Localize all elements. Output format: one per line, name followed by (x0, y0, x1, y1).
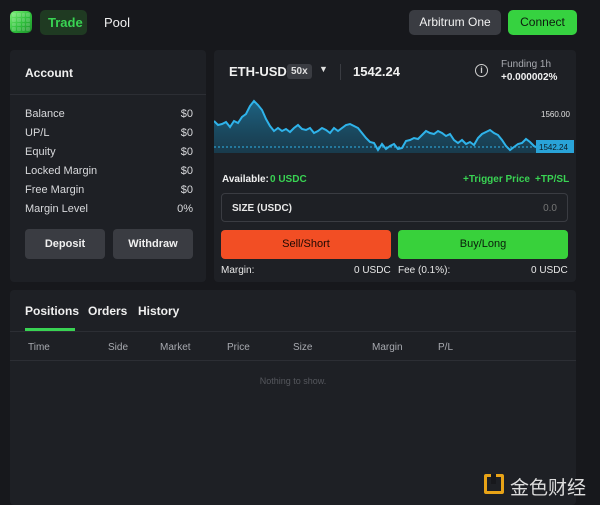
app-logo-icon[interactable] (10, 11, 32, 33)
account-row-value: $0 (180, 146, 193, 158)
account-row-label: UP/L (25, 127, 50, 139)
info-icon[interactable]: i (475, 64, 488, 77)
sell-short-button[interactable]: Sell/Short (221, 230, 391, 259)
tab-history[interactable]: History (138, 304, 179, 318)
fee-label: Fee (0.1%): (398, 265, 451, 276)
size-label: SIZE (USDC) (232, 203, 292, 214)
account-row-label: Equity (25, 146, 56, 158)
size-input[interactable] (437, 199, 557, 217)
empty-state-text: Nothing to show. (259, 376, 327, 386)
trigger-price-link[interactable]: +Trigger Price (463, 174, 530, 185)
account-row-label: Locked Margin (25, 165, 98, 177)
nav-tab-pool[interactable]: Pool (96, 10, 138, 35)
account-row-label: Margin Level (25, 203, 88, 215)
network-selector-button[interactable]: Arbitrum One (409, 10, 501, 35)
connect-wallet-button[interactable]: Connect (508, 10, 577, 35)
market-price: 1542.24 (353, 64, 400, 79)
account-row-value: $0 (180, 165, 193, 177)
margin-value: 0 USDC (354, 265, 391, 276)
account-row-value: 0% (177, 203, 193, 215)
column-header-margin: Margin (372, 342, 403, 353)
leverage-badge[interactable]: 50x (287, 64, 312, 79)
account-row-equity: Equity $0 (25, 146, 193, 160)
account-title: Account (25, 66, 73, 80)
size-field[interactable]: SIZE (USDC) (221, 193, 568, 222)
tab-positions[interactable]: Positions (25, 304, 79, 318)
buy-long-button[interactable]: Buy/Long (398, 230, 568, 259)
chevron-down-icon[interactable]: ▼ (319, 64, 328, 74)
fee-value: 0 USDC (531, 265, 568, 276)
column-header-time: Time (28, 342, 50, 353)
column-header-side: Side (108, 342, 129, 353)
account-panel: Account Balance $0 UP/L $0 Equity $0 Loc… (10, 50, 206, 282)
top-header: Trade Pool Arbitrum One Connect (0, 0, 600, 44)
watermark-logo-icon (484, 474, 504, 494)
account-row-upl: UP/L $0 (25, 127, 193, 141)
funding-label: Funding 1h (501, 59, 552, 70)
positions-tabs: Positions Orders History (10, 290, 576, 332)
available-value: 0 USDC (270, 174, 307, 185)
column-header-market: Market (160, 342, 191, 353)
account-row-margin-level: Margin Level 0% (25, 203, 193, 217)
watermark-text: 金色财经 (510, 477, 587, 499)
watermark: 金色财经 (484, 471, 594, 499)
account-row-balance: Balance $0 (25, 108, 193, 122)
account-row-value: $0 (180, 127, 193, 139)
trade-panel: ETH-USD 50x ▼ 1542.24 i Funding 1h +0.00… (214, 50, 576, 282)
tab-orders[interactable]: Orders (88, 304, 127, 318)
column-header-size: Size (293, 342, 313, 353)
account-row-label: Free Margin (25, 184, 85, 196)
price-label-top: 1560.00 (541, 110, 570, 119)
account-row-label: Balance (25, 108, 65, 120)
column-header-pl: P/L (438, 342, 454, 353)
funding-value: +0.000002% (501, 72, 558, 83)
divider (10, 360, 576, 361)
divider (340, 64, 341, 80)
available-label: Available: (222, 174, 269, 185)
active-tab-indicator (25, 328, 75, 331)
withdraw-button[interactable]: Withdraw (113, 229, 193, 259)
account-row-value: $0 (180, 184, 193, 196)
divider (10, 94, 206, 95)
nav-tab-trade[interactable]: Trade (40, 10, 87, 35)
account-row-free-margin: Free Margin $0 (25, 184, 193, 198)
account-row-value: $0 (180, 108, 193, 120)
margin-label: Margin: (221, 265, 255, 276)
tp-sl-link[interactable]: +TP/SL (535, 174, 569, 185)
account-row-locked-margin: Locked Margin $0 (25, 165, 193, 179)
deposit-button[interactable]: Deposit (25, 229, 105, 259)
market-pair-selector[interactable]: ETH-USD (229, 64, 287, 79)
column-header-price: Price (227, 342, 250, 353)
current-price-label: 1542.24 (539, 143, 568, 152)
